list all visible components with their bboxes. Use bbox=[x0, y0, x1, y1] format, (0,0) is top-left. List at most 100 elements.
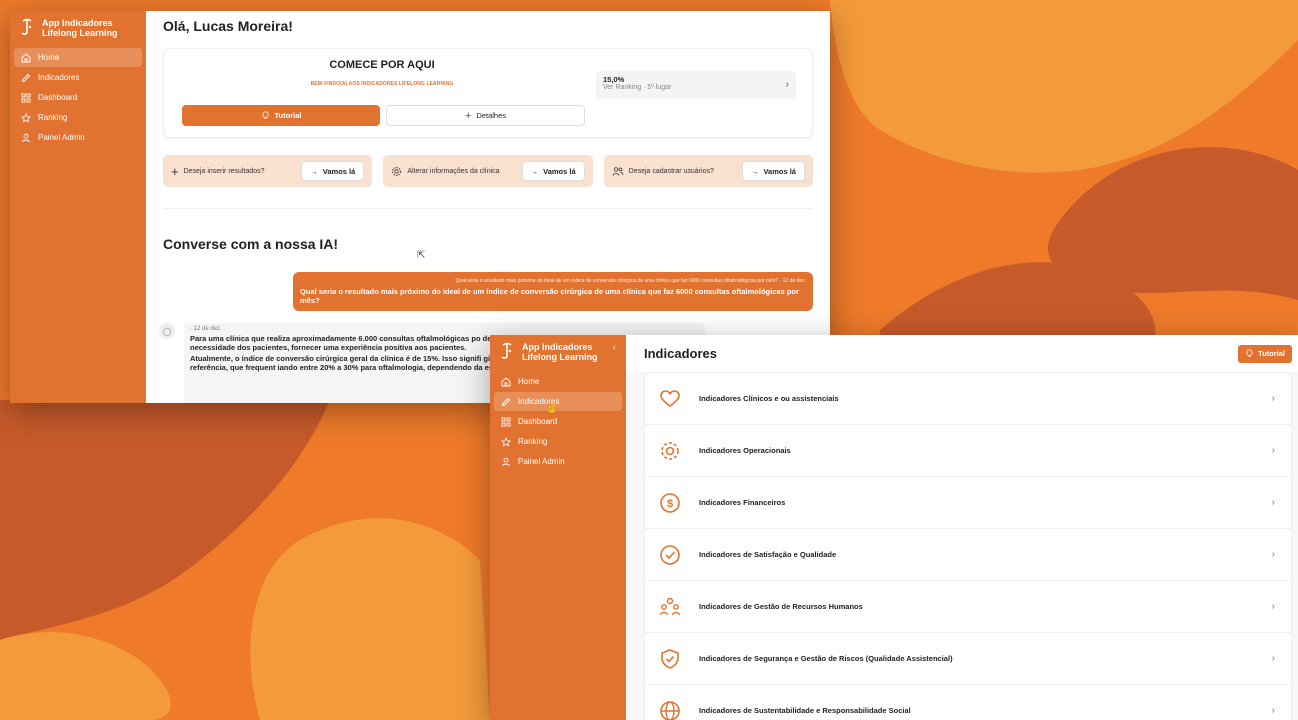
gear-icon bbox=[392, 166, 402, 176]
list-item[interactable]: Indicadores Clínicos e ou assistenciais … bbox=[645, 373, 1291, 425]
list-item[interactable]: Indicadores de Gestão de Recursos Humano… bbox=[645, 581, 1291, 633]
app-name-line2: Lifelong Learning bbox=[42, 28, 118, 38]
ranking-value: 15,0% bbox=[603, 75, 625, 84]
lightbulb-icon bbox=[1246, 349, 1253, 358]
user-message-text: Qual seria o resultado mais próximo do i… bbox=[300, 287, 799, 305]
list-item-label: Indicadores Clínicos e ou assistenciais bbox=[699, 394, 839, 403]
grid-icon bbox=[501, 417, 511, 426]
sidebar-item-label: Ranking bbox=[38, 113, 68, 122]
collapse-sidebar-icon[interactable]: ‹ bbox=[613, 342, 616, 353]
action-insert-results: + Deseja inserir resultados? → Vamos lá bbox=[163, 155, 373, 187]
globe-icon bbox=[660, 700, 680, 720]
chevron-right-icon: › bbox=[1271, 705, 1275, 716]
user-icon bbox=[22, 133, 30, 142]
gear-icon bbox=[661, 441, 679, 460]
chevron-right-icon: › bbox=[1271, 497, 1275, 508]
vamos-la-button[interactable]: → Vamos lá bbox=[301, 161, 365, 181]
user-icon bbox=[502, 457, 510, 466]
chevron-right-icon: › bbox=[1271, 549, 1275, 560]
svg-text:$: $ bbox=[667, 498, 673, 510]
arrow-right-icon: → bbox=[750, 166, 759, 176]
chevron-right-icon: › bbox=[1271, 393, 1275, 404]
action-label: Deseja cadastrar usuários? bbox=[628, 167, 714, 175]
details-button[interactable]: + Detalhes bbox=[386, 105, 585, 126]
tutorial-button[interactable]: Tutorial bbox=[182, 105, 380, 126]
list-item[interactable]: Indicadores de Sustentabilidade e Respon… bbox=[645, 685, 1291, 720]
sidebar-item-label: Painel Admin bbox=[518, 457, 565, 466]
sidebar-item-ranking[interactable]: Ranking bbox=[14, 108, 142, 127]
start-card: COMECE POR AQUI BEM-VINDO(A) AOS INDICAD… bbox=[163, 48, 813, 138]
home-icon bbox=[21, 52, 31, 62]
list-item-label: Indicadores de Satisfação e Qualidade bbox=[699, 550, 837, 559]
lightbulb-icon bbox=[261, 111, 269, 120]
grid-icon bbox=[21, 93, 31, 102]
tutorial-button[interactable]: Tutorial bbox=[1238, 344, 1292, 363]
ranking-summary[interactable]: 15,0% Ver Ranking · 5º lugar › bbox=[596, 71, 796, 99]
list-item[interactable]: Indicadores de Segurança e Gestão de Ris… bbox=[645, 633, 1291, 685]
list-item[interactable]: $ Indicadores Financeiros › bbox=[645, 477, 1291, 529]
sidebar-nav: Home Indicadores Dashboard Ranking Paine… bbox=[10, 48, 146, 147]
sidebar-item-dashboard[interactable]: Dashboard bbox=[14, 88, 142, 107]
chevron-right-icon: › bbox=[785, 79, 789, 90]
brand[interactable]: App Indicadores Lifelong Learning ‹ bbox=[490, 335, 626, 372]
cursor-hand-icon: ☝ bbox=[546, 403, 559, 414]
start-subtitle: BEM-VINDO(A) AOS INDICADORES LIFELONG LE… bbox=[310, 81, 454, 87]
list-item[interactable]: Indicadores de Satisfação e Qualidade › bbox=[645, 529, 1291, 581]
home-icon bbox=[501, 376, 511, 386]
list-item[interactable]: Indicadores Operacionais › bbox=[645, 425, 1291, 477]
pencil-icon bbox=[21, 73, 31, 82]
brand[interactable]: App Indicadores Lifelong Learning bbox=[10, 11, 146, 48]
sidebar-item-label: Home bbox=[518, 377, 540, 386]
indicadores-main: Indicadores Tutorial Indicadores Clínico… bbox=[626, 335, 1298, 720]
sidebar: App Indicadores Lifelong Learning ‹ Home … bbox=[490, 335, 626, 720]
sidebar-item-label: Painel Admin bbox=[38, 133, 85, 142]
page-title: Indicadores bbox=[644, 346, 717, 361]
sidebar-item-label: Dashboard bbox=[38, 93, 78, 102]
tutorial-button-label: Tutorial bbox=[1258, 349, 1285, 358]
vamos-la-label: Vamos lá bbox=[322, 166, 356, 176]
sidebar-item-label: Home bbox=[38, 53, 60, 62]
sidebar-item-label: Indicadores bbox=[38, 73, 80, 82]
sidebar-item-painel-admin[interactable]: Painel Admin bbox=[14, 128, 142, 147]
ai-message-meta: · 12 de dez. bbox=[190, 326, 222, 332]
cursor-arrow-icon: ⇱ bbox=[417, 250, 426, 261]
sidebar-nav: Home Indicadores Dashboard Ranking Paine… bbox=[490, 372, 626, 471]
star-icon bbox=[501, 436, 511, 447]
start-title: COMECE POR AQUI bbox=[329, 59, 435, 71]
action-label: Deseja inserir resultados? bbox=[183, 167, 265, 175]
people-icon bbox=[659, 597, 681, 615]
sidebar-item-ranking[interactable]: Ranking bbox=[494, 432, 622, 451]
sidebar-item-dashboard[interactable]: Dashboard bbox=[494, 412, 622, 431]
heart-icon bbox=[660, 389, 680, 407]
user-message-bubble: Qual seria o resultado mais próximo do i… bbox=[293, 272, 813, 311]
sidebar-item-painel-admin[interactable]: Painel Admin bbox=[494, 452, 622, 471]
chevron-right-icon: › bbox=[1271, 445, 1275, 456]
action-label: Alterar informações da clínica bbox=[407, 167, 500, 175]
chevron-right-icon: › bbox=[1271, 601, 1275, 612]
divider bbox=[163, 208, 813, 209]
list-item-label: Indicadores de Segurança e Gestão de Ris… bbox=[699, 654, 953, 663]
users-icon bbox=[612, 166, 624, 176]
list-item-label: Indicadores Financeiros bbox=[699, 498, 786, 507]
greeting: Olá, Lucas Moreira! bbox=[163, 18, 293, 34]
sidebar-item-label: Ranking bbox=[518, 437, 548, 446]
indicadores-window: App Indicadores Lifelong Learning ‹ Home … bbox=[490, 335, 1298, 720]
indicadores-list: Indicadores Clínicos e ou assistenciais … bbox=[644, 372, 1292, 720]
indicadores-header: Indicadores Tutorial bbox=[626, 335, 1298, 372]
action-edit-clinic: Alterar informações da clínica → Vamos lá bbox=[383, 155, 593, 187]
plus-icon: + bbox=[171, 163, 179, 179]
sidebar-item-indicadores[interactable]: Indicadores bbox=[14, 68, 142, 87]
tutorial-button-label: Tutorial bbox=[274, 111, 302, 120]
list-item-label: Indicadores de Gestão de Recursos Humano… bbox=[699, 602, 863, 611]
vamos-la-button[interactable]: → Vamos lá bbox=[741, 161, 805, 181]
vamos-la-label: Vamos lá bbox=[543, 166, 576, 176]
pencil-icon bbox=[501, 397, 511, 406]
sidebar-item-home[interactable]: Home bbox=[494, 372, 622, 391]
vamos-la-label: Vamos lá bbox=[763, 166, 796, 176]
app-name-line1: App Indicadores bbox=[42, 18, 113, 28]
check-circle-icon bbox=[660, 544, 680, 565]
vamos-la-button[interactable]: → Vamos lá bbox=[521, 161, 585, 181]
list-item-label: Indicadores de Sustentabilidade e Respon… bbox=[699, 706, 911, 715]
details-button-label: Detalhes bbox=[476, 111, 507, 120]
sidebar-item-home[interactable]: Home bbox=[14, 48, 142, 67]
